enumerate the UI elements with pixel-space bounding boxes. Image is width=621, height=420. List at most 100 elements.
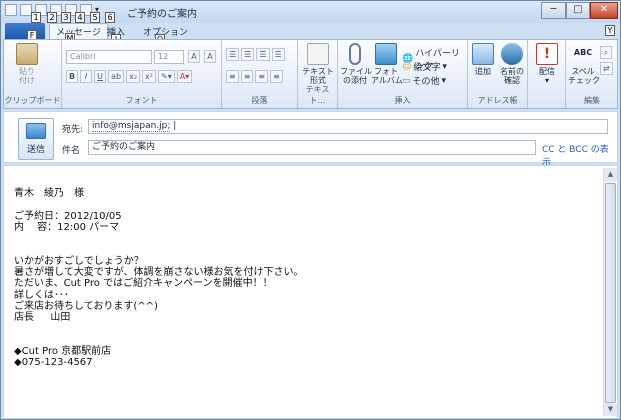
emoticon-button[interactable]: ☺ 絵文字 ▾ [402,60,447,74]
font-size-combo[interactable]: 12 [154,50,184,64]
send-icon [26,123,46,139]
numbering-button[interactable]: ☰ [241,48,255,61]
list-row: ☰ ☰ ☰ ☰ [226,48,285,61]
exclamation-icon: ! [536,43,558,65]
superscript-button[interactable]: x² [142,70,156,83]
chevron-down-icon: ▾ [442,61,447,72]
title-bar: ▾ 1 2 3 4 5 6 ご予約のご案内 ─ □ ✕ [1,1,620,23]
text-group: テキスト 形式 テキスト... [298,40,338,108]
scroll-up-icon[interactable]: ▲ [604,168,617,181]
font-format-row: B I U ab x₂ x² ✎▾ A▾ [66,70,193,83]
photo-album-button[interactable]: フォト アルバム [371,43,403,85]
ribbon: 貼り 付け クリップボード Calibri 12 A A B I U ab x₂… [3,39,618,109]
italic-button[interactable]: I [80,70,93,83]
tab-message[interactable]: メッセージ [49,23,108,39]
increase-indent-button[interactable]: ☰ [271,48,285,61]
address-group-label: アドレス帳 [477,96,518,105]
attach-file-button[interactable]: ファイル の添付 [340,43,372,85]
insert-group-label: 挿入 [394,96,411,105]
priority-group: ! 配信 ▾ [528,40,566,108]
send-label: 送信 [26,145,45,155]
keytip-1: 1 [31,12,41,23]
tab-options[interactable]: オプション [143,25,188,38]
window-title: ご予約のご案内 [127,9,197,20]
message-body-text[interactable]: 青木 綾乃 様 ご予約日：2012/10/05 内 容：12:00 パーマ いか… [14,188,304,369]
emoticon-label: 絵文字 [413,63,441,73]
scroll-down-icon[interactable]: ▼ [604,403,617,416]
to-field[interactable]: info@msjapan.jp; | [88,119,608,134]
clipboard-group: 貼り 付け クリップボード [4,40,62,108]
to-recipient[interactable]: info@msjapan.jp; [92,121,171,132]
underline-button[interactable]: U [94,70,107,83]
to-label: 宛先: [62,125,84,135]
paperclip-icon [349,43,361,65]
compose-window: ▾ 1 2 3 4 5 6 ご予約のご案内 ─ □ ✕ F メッセージ M 挿入… [0,0,621,420]
message-body[interactable]: 青木 綾乃 様 ご予約日：2012/10/05 内 容：12:00 パーマ いか… [3,165,618,419]
bullets-button[interactable]: ☰ [226,48,240,61]
justify-button[interactable]: ≡ [270,70,283,83]
app-icon[interactable] [5,4,17,16]
grow-font-button[interactable]: A [188,50,200,63]
subscript-button[interactable]: x₂ [126,70,141,83]
scroll-thumb[interactable] [605,183,616,403]
close-button[interactable]: ✕ [590,2,618,19]
paste-label: 貼り 付け [19,67,35,85]
insert-group: ファイル の添付 フォト アルバム 🌐 ハイパーリンク ☺ 絵文字 ▾ ▭ その… [338,40,468,108]
attach-file-label: ファイル の添付 [340,67,372,85]
paragraph-group-label: 段落 [251,96,268,105]
add-contact-button[interactable]: 追加 [470,43,496,76]
chevron-down-icon: ▾ [544,76,549,85]
spell-check-button[interactable]: ABC スペル チェック [568,43,600,85]
keytip-4: 4 [75,12,85,23]
subject-field[interactable]: ご予約のご案内 [88,140,536,155]
align-center-button[interactable]: ≡ [240,70,254,83]
photo-album-icon [375,43,397,65]
other-insert-button[interactable]: ▭ その他 ▾ [402,74,447,88]
editing-group-label: 編集 [584,96,600,105]
keytip-help: Y [605,25,615,36]
shrink-font-button[interactable]: A [204,50,216,63]
text-cursor: | [173,121,177,131]
priority-button[interactable]: ! 配信 ▾ [532,43,562,85]
strikethrough-button[interactable]: ab [108,70,125,83]
font-name-combo[interactable]: Calibri [66,50,152,64]
subject-label: 件名 [62,146,81,156]
align-left-button[interactable]: ≡ [226,70,239,83]
priority-label: 配信 [539,67,555,76]
align-right-button[interactable]: ≡ [255,70,269,83]
bold-button[interactable]: B [66,70,79,83]
font-color-button[interactable]: A▾ [176,70,193,83]
find-button[interactable]: ⌕ [600,46,612,59]
decrease-indent-button[interactable]: ☰ [256,48,270,61]
keytip-2: 2 [47,12,57,23]
add-contact-label: 追加 [475,67,491,76]
minimize-button[interactable]: ─ [541,2,566,19]
paste-button[interactable]: 貼り 付け [12,43,42,85]
check-names-button[interactable]: 名前の 確認 [497,43,527,85]
paste-icon [16,43,38,65]
spell-check-label: スペル チェック [568,67,600,85]
replace-button[interactable]: ⇄ [600,62,613,75]
address-group: 追加 名前の 確認 アドレス帳 [468,40,528,108]
font-group-label: フォント [125,96,158,105]
other-label: その他 [412,77,440,87]
editing-group: ABC スペル チェック ⌕ ⇄ 編集 [566,40,618,108]
person-icon [501,43,523,65]
keytip-3: 3 [61,12,71,23]
photo-album-label: フォト アルバム [371,67,403,85]
message-header: 送信 宛先: info@msjapan.jp; | 件名 ご予約のご案内 CC … [3,111,618,168]
send-button[interactable]: 送信 [18,118,54,160]
text-format-button[interactable]: テキスト 形式 [300,43,336,85]
other-icon: ▭ [402,75,411,86]
text-format-label: テキスト 形式 [302,67,334,85]
font-group: Calibri 12 A A B I U ab x₂ x² ✎▾ A▾ フォント [62,40,222,108]
highlight-button[interactable]: ✎▾ [158,70,175,83]
maximize-button[interactable]: □ [566,2,590,19]
add-contact-icon [472,43,494,65]
file-tab[interactable] [5,23,45,39]
chevron-down-icon: ▾ [441,75,447,86]
text-format-icon [307,43,329,65]
keytip-5: 5 [90,12,100,23]
vertical-scrollbar[interactable]: ▲ ▼ [603,168,617,416]
check-names-label: 名前の 確認 [500,67,524,85]
